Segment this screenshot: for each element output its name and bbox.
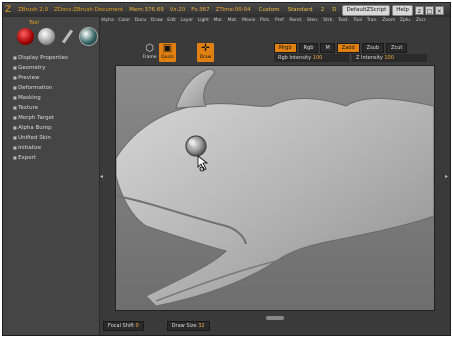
creature-horn	[175, 68, 215, 109]
tool-panel-item[interactable]: Masking	[13, 93, 68, 103]
draw-icon: ✛	[201, 43, 210, 54]
tool-panel-item[interactable]: Preview	[13, 73, 68, 83]
mode-buttons: Mrgb Rgb M Zadd Zsub Zcut	[274, 43, 408, 53]
top-shelf: ⬡ Frame ▣ Quick ✛ Draw Mrgb Rgb M Zadd Zsub Z…	[103, 28, 450, 64]
default-zscript-button[interactable]: DefaultZScript	[342, 4, 391, 16]
title-bar: Z ZBrush 2.0 ZDocs:ZBrush Document Mem:3…	[3, 3, 450, 17]
tool-mesh-icon[interactable]	[38, 28, 55, 45]
rgb-intensity-label: Rgb Intensity	[278, 55, 312, 61]
z-intensity-slider[interactable]: Z Intensity 100	[352, 54, 427, 62]
creature-eye-highlight	[189, 139, 195, 145]
custom-menu[interactable]: Custom	[259, 7, 280, 13]
canvas-viewport[interactable]	[115, 65, 435, 311]
menu-item[interactable]: Movie	[242, 18, 255, 27]
menu-item[interactable]: Docu	[135, 18, 147, 27]
brush-icon[interactable]	[59, 28, 76, 45]
menu-item[interactable]: Color	[118, 18, 130, 27]
menu-item[interactable]: Rend.	[289, 18, 302, 27]
bottom-shelf: Focal Shift 0 Draw Size 32	[103, 321, 450, 331]
tool-icon-row	[17, 28, 97, 45]
help-button[interactable]: Help	[392, 4, 413, 16]
frame-button[interactable]: ⬡ Frame	[141, 43, 158, 62]
menu-item[interactable]: Pref.	[275, 18, 285, 27]
mode-button[interactable]: Zcut	[386, 43, 408, 53]
mode-button[interactable]: M	[320, 43, 335, 53]
zbrush-logo-icon: Z	[5, 5, 12, 15]
menu-item[interactable]: Edit	[167, 18, 176, 27]
menu-item[interactable]: Sten.	[307, 18, 319, 27]
focal-shift-value: 0	[135, 323, 139, 329]
sculpt-model[interactable]	[116, 66, 434, 310]
draw-label: Draw	[199, 55, 212, 60]
cube-icon: ⬡	[145, 43, 154, 54]
tool-panel-item[interactable]: Export	[13, 153, 68, 163]
menu-item[interactable]: Mar.	[214, 18, 224, 27]
rgb-intensity-value: 100	[312, 55, 323, 61]
canvas-scroll-handle[interactable]	[266, 316, 284, 320]
close-button[interactable]: ×	[434, 5, 444, 15]
tool-panel-item[interactable]: Initialize	[13, 143, 68, 153]
ztime-stat: ZTime:00:04	[215, 7, 251, 13]
menu-item[interactable]: Pick.	[260, 18, 270, 27]
menu-item[interactable]: Alpha	[101, 18, 114, 27]
standard-menu[interactable]: Standard	[288, 7, 313, 13]
document-title: ZDocs:ZBrush Document	[54, 7, 124, 13]
creature-eye	[185, 135, 207, 157]
menu-item[interactable]: Tool	[353, 18, 362, 27]
mode-button[interactable]: Mrgb	[274, 43, 297, 53]
right-tray-toggle-icon[interactable]: ▸	[445, 173, 450, 185]
menu-item[interactable]: Light	[198, 18, 209, 27]
menu-item[interactable]: Zplu.	[400, 18, 411, 27]
two-menu[interactable]: 2	[321, 7, 325, 13]
tool-panel-item[interactable]: Display Properties	[13, 53, 68, 63]
z-intensity-value: 100	[384, 55, 394, 61]
tool-panel-list: Display PropertiesGeometryPreviewDeforma…	[13, 53, 68, 163]
intensity-row: Rgb Intensity 100 Z Intensity 100	[274, 54, 427, 62]
mode-button[interactable]: Zsub	[361, 43, 385, 53]
creature-body	[116, 98, 434, 307]
tool-panel-item[interactable]: Alpha Bump	[13, 123, 68, 133]
quick-label: Quick	[161, 55, 174, 60]
draw-size-label: Draw Size	[171, 323, 197, 329]
focal-shift-slider[interactable]: Focal Shift 0	[103, 321, 144, 331]
z-intensity-label: Z Intensity	[356, 55, 383, 61]
menu-item[interactable]: Zscr.	[416, 18, 427, 27]
main-menu-bar: Alpha Color Docu Draw Edit Layer Light Mar. Mat.…	[101, 18, 431, 27]
maximize-button[interactable]: □	[424, 5, 434, 15]
minimize-button[interactable]: z	[414, 5, 424, 15]
zbrush-window: Z ZBrush 2.0 ZDocs:ZBrush Document Mem:3…	[2, 2, 451, 336]
draw-size-value: 32	[198, 323, 205, 329]
menu-item[interactable]: Layer	[181, 18, 194, 27]
rgb-intensity-slider[interactable]: Rgb Intensity 100	[274, 54, 349, 62]
app-title: ZBrush 2.0	[18, 7, 49, 13]
fs-stat: Fs:367	[191, 7, 210, 13]
tool-panel-item[interactable]: Geometry	[13, 63, 68, 73]
vz-stat: Vz:20	[169, 7, 186, 13]
quick-button[interactable]: ▣ Quick	[159, 43, 176, 62]
material-icon[interactable]	[80, 28, 97, 45]
left-tray: Tool Display PropertiesGeometryPreviewDe…	[3, 17, 100, 335]
tool-panel-item[interactable]: Texture	[13, 103, 68, 113]
tool-palette-label: Tool	[29, 20, 39, 26]
menu-item[interactable]: Tran.	[367, 18, 378, 27]
memory-stat: Mem:376.69	[129, 7, 164, 13]
tool-sphere-icon[interactable]	[17, 28, 34, 45]
mode-button[interactable]: Rgb	[298, 43, 319, 53]
frame-label: Frame	[142, 55, 157, 60]
menu-item[interactable]: Mat.	[228, 18, 238, 27]
menu-item[interactable]: Text.	[338, 18, 349, 27]
tool-panel-item[interactable]: Unified Skin	[13, 133, 68, 143]
menu-item[interactable]: Strk.	[323, 18, 334, 27]
menu-item[interactable]: Draw	[151, 18, 163, 27]
tool-panel-item[interactable]: Deformation	[13, 83, 68, 93]
d-menu[interactable]: D	[332, 7, 336, 13]
draw-size-slider[interactable]: Draw Size 32	[166, 321, 210, 331]
mode-button[interactable]: Zadd	[336, 43, 360, 53]
tool-panel-item[interactable]: Morph Target	[13, 113, 68, 123]
menu-item[interactable]: Zoom	[382, 18, 395, 27]
quick-icon: ▣	[162, 43, 173, 54]
left-tray-toggle-icon[interactable]: ◂	[100, 173, 106, 185]
focal-shift-label: Focal Shift	[108, 323, 134, 329]
draw-button[interactable]: ✛ Draw	[197, 43, 214, 62]
